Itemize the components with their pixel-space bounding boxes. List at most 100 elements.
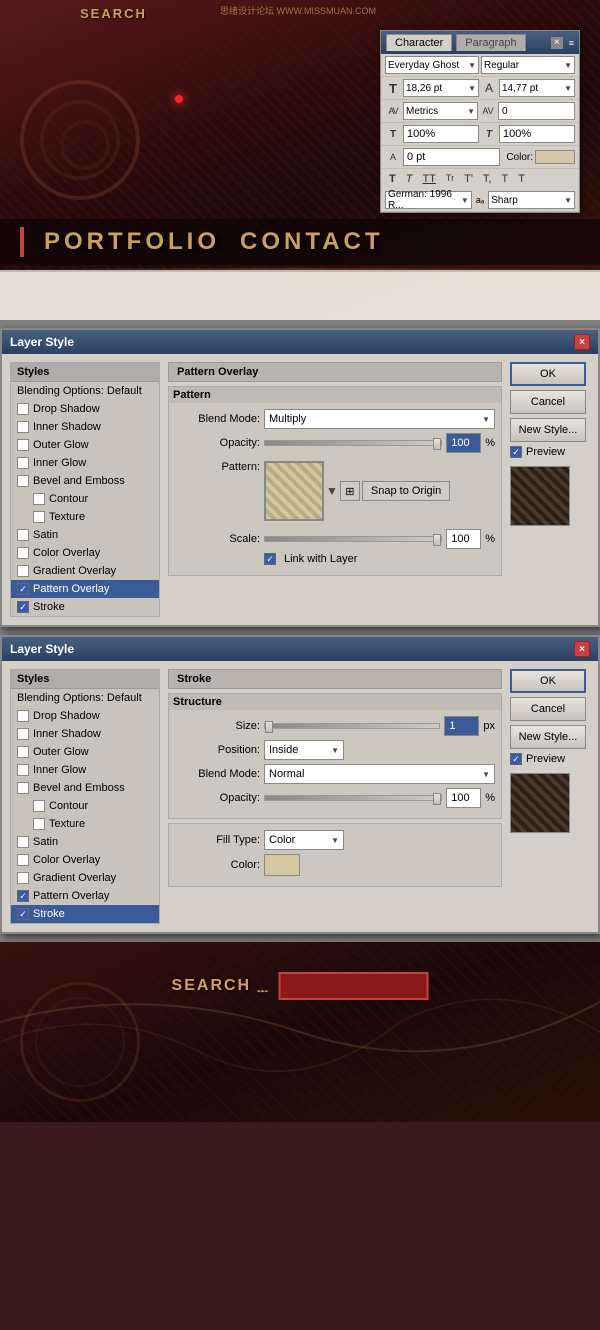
bevel-emboss-item-1[interactable]: Bevel and Emboss (11, 472, 159, 490)
satin-item-2[interactable]: Satin (11, 833, 159, 851)
new-style-button-1[interactable]: New Style... (510, 418, 586, 442)
pattern-overlay-checkbox-2[interactable]: ✓ (17, 890, 29, 902)
scale-slider-1[interactable] (264, 536, 442, 542)
link-layer-checkbox-1[interactable]: ✓ (264, 553, 276, 565)
opacity-thumb-1[interactable] (433, 438, 441, 450)
opacity-slider-1[interactable] (264, 440, 442, 446)
snap-to-origin-btn-1[interactable]: Snap to Origin (362, 481, 450, 501)
stroke-item-2[interactable]: ✓ Stroke (11, 905, 159, 923)
faux-bold-btn[interactable]: T (514, 171, 529, 187)
scale-v-field[interactable]: 100% (499, 125, 575, 143)
dialog-2-close[interactable]: × (574, 641, 590, 657)
scale-thumb-1[interactable] (433, 534, 441, 546)
satin-item-1[interactable]: Satin (11, 526, 159, 544)
strikethrough-btn[interactable]: T, (479, 171, 496, 187)
dialog-1-close[interactable]: × (574, 334, 590, 350)
antialias-dropdown[interactable]: Sharp ▼ (488, 191, 575, 209)
inner-glow-checkbox-1[interactable] (17, 457, 29, 469)
texture-checkbox-2[interactable] (33, 818, 45, 830)
contour-checkbox-1[interactable] (33, 493, 45, 505)
bevel-emboss-item-2[interactable]: Bevel and Emboss (11, 779, 159, 797)
pattern-options-btn-1[interactable]: ⊞ (340, 481, 360, 501)
character-tab[interactable]: Character (386, 34, 452, 51)
size-value-2[interactable]: 1 (444, 716, 479, 736)
outer-glow-checkbox-2[interactable] (17, 746, 29, 758)
font-style-dropdown[interactable]: Regular ▼ (481, 56, 575, 74)
color-swatch[interactable] (535, 150, 575, 164)
satin-checkbox-2[interactable] (17, 836, 29, 848)
inner-shadow-item-2[interactable]: Inner Shadow (11, 725, 159, 743)
inner-shadow-checkbox-1[interactable] (17, 421, 29, 433)
paragraph-tab[interactable]: Paragraph (456, 34, 525, 51)
italic-btn[interactable]: T (402, 171, 417, 187)
outer-glow-item-1[interactable]: Outer Glow (11, 436, 159, 454)
ok-button-2[interactable]: OK (510, 669, 586, 693)
gradient-overlay-checkbox-1[interactable] (17, 565, 29, 577)
baseline-field[interactable]: 0 pt (403, 148, 500, 166)
blend-mode-dropdown-2[interactable]: Normal ▼ (264, 764, 495, 784)
stroke-checkbox-1[interactable]: ✓ (17, 601, 29, 613)
inner-glow-item-2[interactable]: Inner Glow (11, 761, 159, 779)
tracking-dropdown[interactable]: Metrics ▼ (403, 102, 478, 120)
blending-options-item-1[interactable]: Blending Options: Default (11, 382, 159, 400)
satin-checkbox-1[interactable] (17, 529, 29, 541)
position-dropdown-2[interactable]: Inside ▼ (264, 740, 344, 760)
color-overlay-item-1[interactable]: Color Overlay (11, 544, 159, 562)
bevel-emboss-checkbox-2[interactable] (17, 782, 29, 794)
contour-item-1[interactable]: Contour (11, 490, 159, 508)
underline-btn[interactable]: T' (460, 171, 477, 187)
drop-shadow-checkbox-1[interactable] (17, 403, 29, 415)
pattern-thumbnail-1[interactable] (264, 461, 324, 521)
leading-dropdown[interactable]: 14,77 pt ▼ (499, 79, 575, 97)
opacity-thumb-2[interactable] (433, 793, 441, 805)
inner-glow-item-1[interactable]: Inner Glow (11, 454, 159, 472)
inner-shadow-checkbox-2[interactable] (17, 728, 29, 740)
texture-item-1[interactable]: Texture (11, 508, 159, 526)
inner-glow-checkbox-2[interactable] (17, 764, 29, 776)
font-size-dropdown[interactable]: 18,26 pt ▼ (403, 79, 479, 97)
search-input-bottom[interactable] (278, 972, 428, 1000)
blend-mode-dropdown-1[interactable]: Multiply ▼ (264, 409, 495, 429)
size-slider-2[interactable] (264, 723, 440, 729)
opacity-value-2[interactable]: 100 (446, 788, 481, 808)
superscript-btn[interactable]: Tr (442, 171, 458, 187)
inner-shadow-item-1[interactable]: Inner Shadow (11, 418, 159, 436)
drop-shadow-checkbox-2[interactable] (17, 710, 29, 722)
color-overlay-checkbox-1[interactable] (17, 547, 29, 559)
pattern-arrow-1[interactable]: ▼ (326, 484, 338, 498)
gradient-overlay-item-1[interactable]: Gradient Overlay (11, 562, 159, 580)
color-swatch-2[interactable] (264, 854, 300, 876)
opacity-slider-2[interactable] (264, 795, 442, 801)
color-overlay-checkbox-2[interactable] (17, 854, 29, 866)
contour-checkbox-2[interactable] (33, 800, 45, 812)
blending-options-item-2[interactable]: Blending Options: Default (11, 689, 159, 707)
preview-checkbox-1[interactable]: ✓ (510, 446, 522, 458)
gradient-overlay-checkbox-2[interactable] (17, 872, 29, 884)
font-family-dropdown[interactable]: Everyday Ghost ▼ (385, 56, 479, 74)
panel-menu-button[interactable]: ≡ (569, 38, 574, 48)
gradient-overlay-item-2[interactable]: Gradient Overlay (11, 869, 159, 887)
color-overlay-item-2[interactable]: Color Overlay (11, 851, 159, 869)
panel-close-button[interactable]: × (551, 37, 563, 49)
stroke-checkbox-2[interactable]: ✓ (17, 908, 29, 920)
texture-checkbox-1[interactable] (33, 511, 45, 523)
drop-shadow-item-1[interactable]: Drop Shadow (11, 400, 159, 418)
preview-checkbox-2[interactable]: ✓ (510, 753, 522, 765)
bold-btn[interactable]: T (385, 171, 400, 187)
contour-item-2[interactable]: Contour (11, 797, 159, 815)
stroke-item-1[interactable]: ✓ Stroke (11, 598, 159, 616)
size-thumb-2[interactable] (265, 721, 273, 733)
allcaps-btn[interactable]: TT (418, 171, 439, 187)
pattern-overlay-item-2[interactable]: ✓ Pattern Overlay (11, 887, 159, 905)
fill-type-dropdown-2[interactable]: Color ▼ (264, 830, 344, 850)
outer-glow-checkbox-1[interactable] (17, 439, 29, 451)
pattern-overlay-item-1[interactable]: ✓ Pattern Overlay (11, 580, 159, 598)
bevel-emboss-checkbox-1[interactable] (17, 475, 29, 487)
cancel-button-2[interactable]: Cancel (510, 697, 586, 721)
drop-shadow-item-2[interactable]: Drop Shadow (11, 707, 159, 725)
subscript-btn[interactable]: T (497, 171, 512, 187)
language-dropdown[interactable]: German: 1996 R... ▼ (385, 191, 472, 209)
outer-glow-item-2[interactable]: Outer Glow (11, 743, 159, 761)
texture-item-2[interactable]: Texture (11, 815, 159, 833)
pattern-overlay-checkbox-1[interactable]: ✓ (17, 583, 29, 595)
